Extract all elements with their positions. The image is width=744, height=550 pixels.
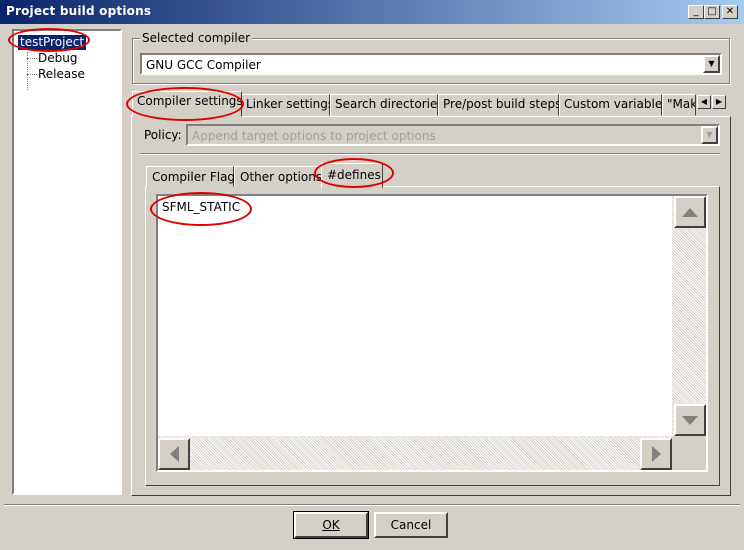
compiler-select[interactable]: GNU GCC Compiler ▼ bbox=[140, 53, 722, 75]
tab-compiler-settings[interactable]: Compiler settings bbox=[132, 91, 243, 117]
subtab-defines[interactable]: #defines bbox=[321, 163, 383, 188]
scroll-down-icon[interactable] bbox=[674, 404, 706, 436]
cancel-button-label: Cancel bbox=[390, 518, 432, 532]
scroll-left-icon[interactable] bbox=[158, 438, 190, 470]
tab-linker-settings[interactable]: Linker settings bbox=[241, 94, 334, 116]
scrollbar-corner bbox=[672, 436, 706, 470]
close-icon[interactable]: ✕ bbox=[722, 5, 738, 19]
tree-item-release[interactable]: Release bbox=[38, 67, 85, 82]
divider bbox=[140, 153, 720, 155]
tree-connector bbox=[27, 58, 37, 59]
tab-custom-variables[interactable]: Custom variables bbox=[559, 94, 668, 116]
policy-select[interactable]: Append target options to project options… bbox=[186, 124, 720, 146]
tree-item-testproject[interactable]: testProject bbox=[18, 35, 87, 50]
scroll-up-icon[interactable] bbox=[674, 196, 706, 228]
compiler-group-label: Selected compiler bbox=[140, 31, 253, 45]
tab-make[interactable]: "Make bbox=[662, 94, 696, 116]
ok-button[interactable]: OK bbox=[293, 511, 369, 539]
tree-connector bbox=[27, 74, 37, 75]
tree-item-debug[interactable]: Debug bbox=[38, 51, 77, 66]
tab-search-directories[interactable]: Search directories bbox=[330, 94, 444, 116]
policy-select-value: Append target options to project options bbox=[192, 129, 436, 143]
window-title: Project build options bbox=[6, 4, 152, 18]
ok-button-label: OK bbox=[322, 518, 340, 532]
subtab-other-options[interactable]: Other options bbox=[234, 166, 322, 187]
defines-text[interactable]: SFML_STATIC bbox=[162, 200, 240, 214]
compiler-select-value: GNU GCC Compiler bbox=[146, 58, 261, 72]
horizontal-scrollbar[interactable] bbox=[158, 436, 672, 470]
policy-label: Policy: bbox=[144, 128, 182, 142]
tab-pre-post-build-steps[interactable]: Pre/post build steps bbox=[438, 94, 561, 116]
defines-editor[interactable]: SFML_STATIC bbox=[156, 194, 708, 472]
maximize-icon[interactable]: □ bbox=[704, 5, 720, 19]
divider bbox=[4, 504, 740, 506]
vertical-scrollbar[interactable] bbox=[672, 196, 706, 436]
chevron-down-icon[interactable]: ▼ bbox=[703, 55, 720, 73]
project-tree[interactable]: testProject Debug Release bbox=[12, 29, 122, 495]
minimize-icon[interactable]: _ bbox=[688, 5, 704, 19]
scroll-right-icon[interactable] bbox=[640, 438, 672, 470]
tab-scroll-left-icon[interactable]: ◀ bbox=[697, 95, 711, 109]
subtab-compiler-flags[interactable]: Compiler Flags bbox=[146, 166, 241, 187]
tab-scroll-right-icon[interactable]: ▶ bbox=[712, 95, 726, 109]
chevron-down-icon[interactable]: ▼ bbox=[701, 126, 718, 144]
title-bar[interactable]: Project build options _ □ ✕ bbox=[0, 0, 744, 24]
cancel-button[interactable]: Cancel bbox=[374, 512, 448, 538]
